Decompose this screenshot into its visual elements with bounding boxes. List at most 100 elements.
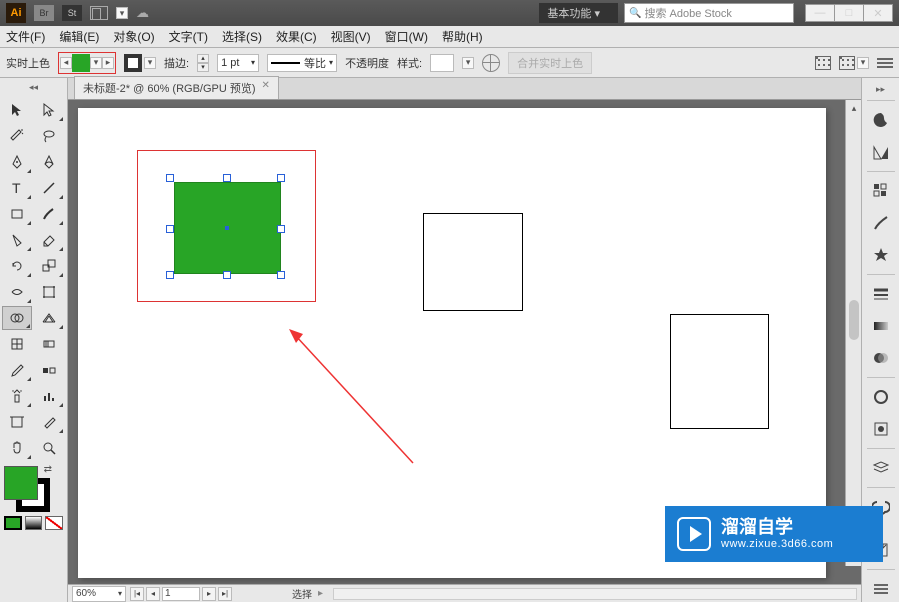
- first-page-button[interactable]: |◂: [130, 587, 144, 601]
- bridge-badge-icon[interactable]: Br: [34, 5, 54, 21]
- rectangle-shape-3[interactable]: [670, 314, 769, 429]
- line-segment-tool[interactable]: [34, 176, 64, 200]
- scroll-up-icon[interactable]: ▴: [846, 100, 861, 116]
- menu-text[interactable]: 文字(T): [169, 28, 208, 45]
- menu-help[interactable]: 帮助(H): [442, 28, 483, 45]
- slice-tool[interactable]: [34, 410, 64, 434]
- stroke-width-input[interactable]: 1 pt▾: [217, 54, 259, 72]
- list-view-dropdown-icon[interactable]: ▾: [857, 57, 869, 69]
- zoom-tool[interactable]: [34, 436, 64, 460]
- pen-tool[interactable]: [2, 150, 32, 174]
- rotate-tool[interactable]: [2, 254, 32, 278]
- stroke-dropdown-icon[interactable]: ▾: [144, 57, 156, 69]
- scrollbar-thumb[interactable]: [849, 300, 859, 340]
- color-guide-panel-icon[interactable]: [868, 139, 894, 165]
- handle-nw[interactable]: [166, 174, 174, 182]
- lasso-tool[interactable]: [34, 124, 64, 148]
- panel-view-icon[interactable]: [815, 56, 831, 70]
- menu-object[interactable]: 对象(O): [113, 28, 154, 45]
- graphic-styles-panel-icon[interactable]: [868, 416, 894, 442]
- eraser-tool[interactable]: [34, 228, 64, 252]
- menu-file[interactable]: 文件(F): [6, 28, 45, 45]
- zoom-input[interactable]: 60% ▾: [72, 586, 126, 602]
- menu-edit[interactable]: 编辑(E): [59, 28, 99, 45]
- close-tab-icon[interactable]: ✕: [262, 80, 270, 96]
- scale-tool[interactable]: [34, 254, 64, 278]
- stroke-style-dropdown[interactable]: 等比 ▾: [267, 54, 337, 72]
- type-tool[interactable]: T: [2, 176, 32, 200]
- gradient-mode-swatch[interactable]: [25, 516, 43, 530]
- menu-window[interactable]: 窗口(W): [385, 28, 428, 45]
- magic-wand-tool[interactable]: [2, 124, 32, 148]
- vertical-scrollbar[interactable]: ▴ ▾: [845, 100, 861, 566]
- curvature-tool[interactable]: [34, 150, 64, 174]
- fill-dropdown-icon[interactable]: ▾: [90, 57, 102, 69]
- stroke-panel-icon[interactable]: [868, 281, 894, 307]
- last-page-button[interactable]: ▸|: [218, 587, 232, 601]
- collapse-tools-icon[interactable]: ◂◂: [28, 82, 40, 92]
- stock-badge-icon[interactable]: St: [62, 5, 82, 21]
- artboard-tool[interactable]: [2, 410, 32, 434]
- arrange-docs-icon[interactable]: [90, 6, 108, 20]
- menu-select[interactable]: 选择(S): [222, 28, 262, 45]
- width-tool[interactable]: [2, 280, 32, 304]
- eyedropper-tool[interactable]: [2, 358, 32, 382]
- maximize-button[interactable]: □: [834, 4, 864, 22]
- rectangle-shape-2[interactable]: [423, 213, 523, 311]
- prev-page-button[interactable]: ◂: [146, 587, 160, 601]
- fill-indicator[interactable]: [4, 466, 38, 500]
- free-transform-tool[interactable]: [34, 280, 64, 304]
- hand-tool[interactable]: [2, 436, 32, 460]
- selection-tool[interactable]: [2, 98, 32, 122]
- close-button[interactable]: ✕: [863, 4, 893, 22]
- minimize-button[interactable]: —: [805, 4, 835, 22]
- handle-s[interactable]: [223, 271, 231, 279]
- rectangle-tool[interactable]: [2, 202, 32, 226]
- menu-effect[interactable]: 效果(C): [276, 28, 317, 45]
- symbols-panel-icon[interactable]: [868, 242, 894, 268]
- appearance-panel-icon[interactable]: [868, 384, 894, 410]
- horizontal-scrollbar[interactable]: [333, 588, 857, 600]
- mesh-tool[interactable]: [2, 332, 32, 356]
- gradient-tool[interactable]: [34, 332, 64, 356]
- cloud-sync-icon[interactable]: ☁: [136, 5, 149, 21]
- handle-sw[interactable]: [166, 271, 174, 279]
- style-dropdown-icon[interactable]: ▾: [462, 57, 474, 69]
- workspace-switcher[interactable]: 基本功能 ▾: [539, 3, 618, 23]
- column-graph-tool[interactable]: [34, 384, 64, 408]
- symbol-sprayer-tool[interactable]: [2, 384, 32, 408]
- none-mode-swatch[interactable]: [45, 516, 63, 530]
- layers-panel-icon[interactable]: [868, 455, 894, 481]
- menu-view[interactable]: 视图(V): [331, 28, 371, 45]
- graphic-style-swatch[interactable]: [430, 54, 454, 72]
- direct-selection-tool[interactable]: [34, 98, 64, 122]
- paintbrush-tool[interactable]: [34, 202, 64, 226]
- fill-next-icon[interactable]: ▸: [102, 57, 114, 69]
- shaper-tool[interactable]: [2, 228, 32, 252]
- stroke-width-stepper[interactable]: ▴▾: [197, 54, 209, 72]
- document-tab[interactable]: 未标题-2* @ 60% (RGB/GPU 预览) ✕: [74, 76, 279, 99]
- color-panel-icon[interactable]: [868, 107, 894, 133]
- fill-stroke-indicator[interactable]: ⇄: [4, 466, 50, 512]
- brushes-panel-icon[interactable]: [868, 210, 894, 236]
- recolor-icon[interactable]: [482, 54, 500, 72]
- fill-prev-icon[interactable]: ◂: [60, 57, 72, 69]
- list-view-icon[interactable]: [839, 56, 855, 70]
- swap-fill-stroke-icon[interactable]: ⇄: [44, 464, 52, 475]
- options-menu-icon[interactable]: [877, 58, 893, 68]
- handle-ne[interactable]: [277, 174, 285, 182]
- gradient-panel-icon[interactable]: [868, 313, 894, 339]
- shape-builder-tool[interactable]: [2, 306, 32, 330]
- perspective-grid-tool[interactable]: [34, 306, 64, 330]
- next-page-button[interactable]: ▸: [202, 587, 216, 601]
- handle-n[interactable]: [223, 174, 231, 182]
- collapse-panels-icon[interactable]: ▸▸: [875, 84, 887, 94]
- color-mode-swatch[interactable]: [4, 516, 22, 530]
- handle-se[interactable]: [277, 271, 285, 279]
- transparency-panel-icon[interactable]: [868, 345, 894, 371]
- stroke-swatch[interactable]: [124, 54, 142, 72]
- fill-swatch[interactable]: [72, 54, 90, 72]
- page-input[interactable]: 1: [162, 587, 200, 601]
- swatches-panel-icon[interactable]: [868, 178, 894, 204]
- handle-w[interactable]: [166, 225, 174, 233]
